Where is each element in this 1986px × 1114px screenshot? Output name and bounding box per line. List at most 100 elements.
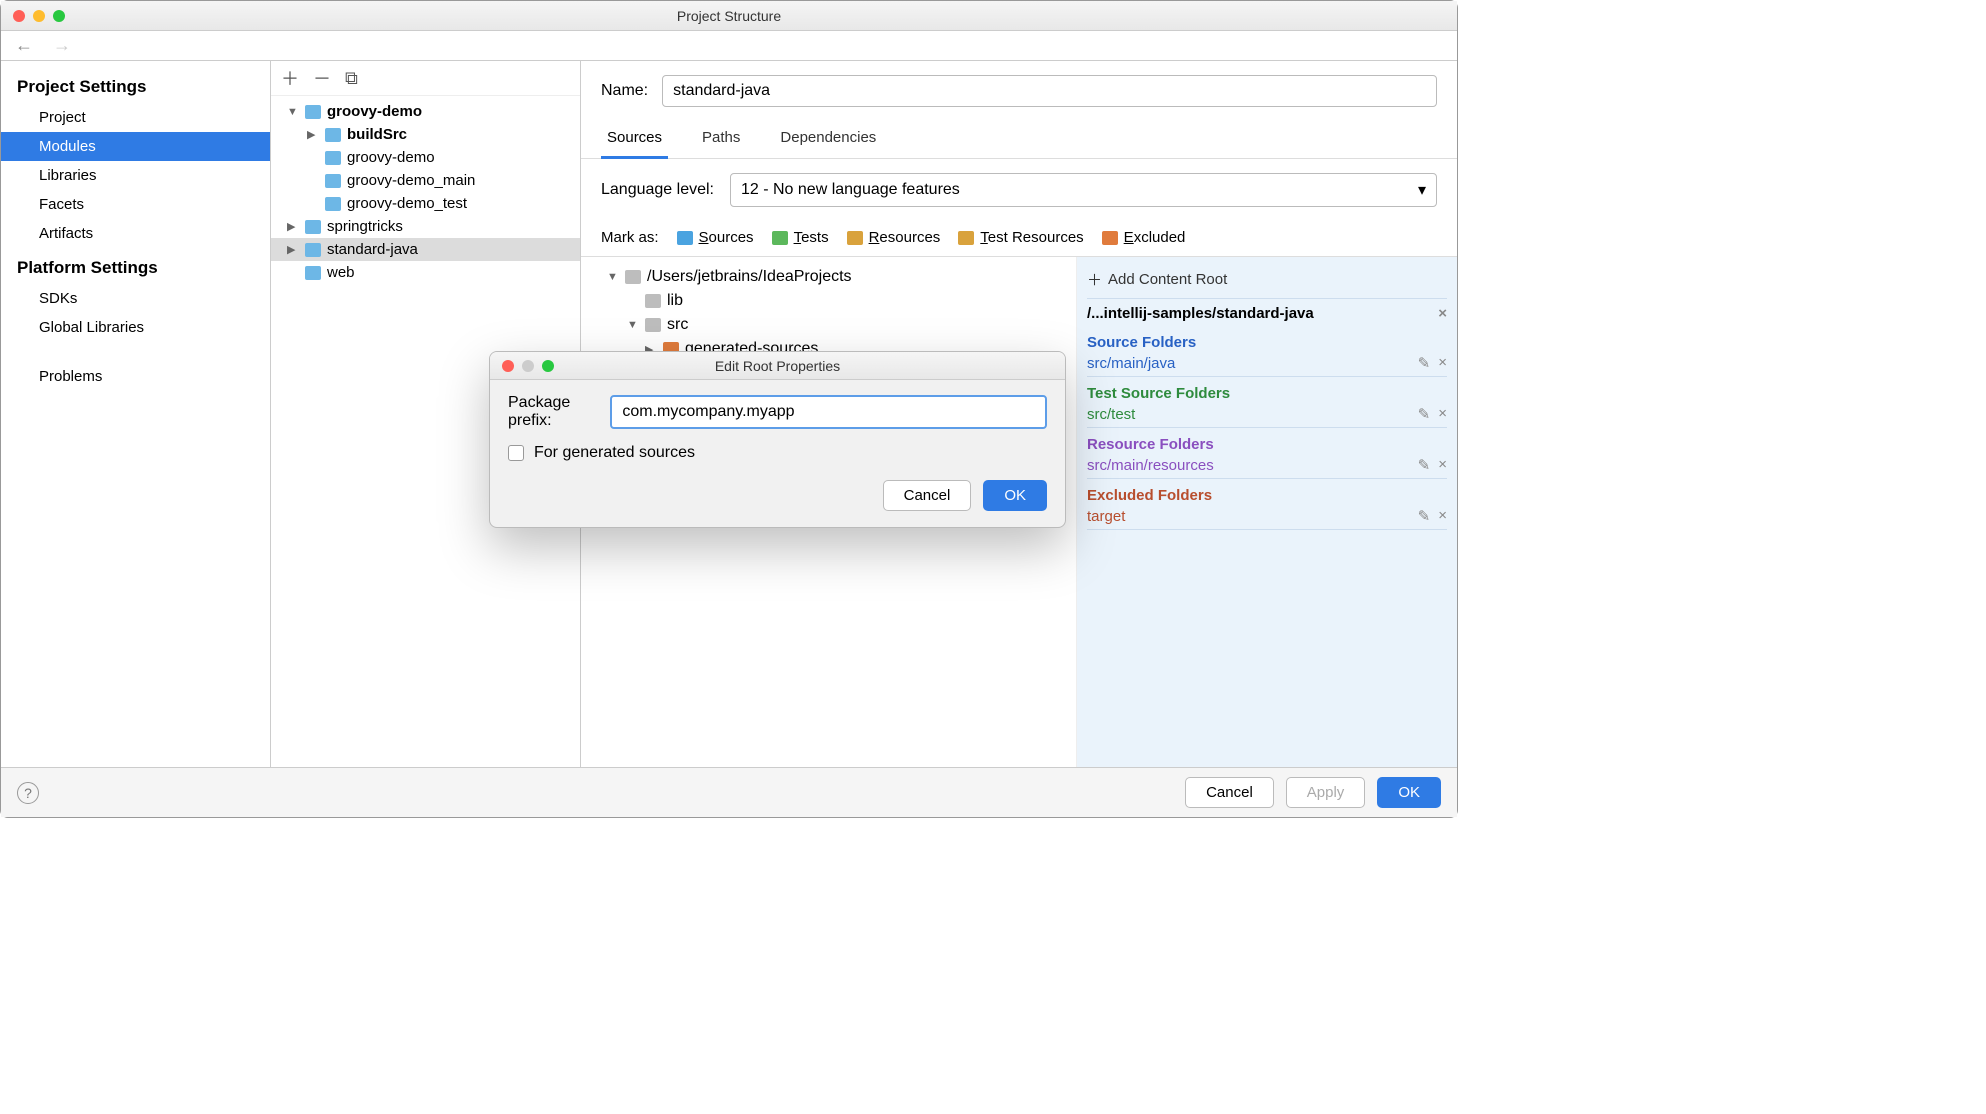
chevron-down-icon: ▾ bbox=[1418, 180, 1426, 200]
root-item-src-main-resources[interactable]: src/main/resources✎× bbox=[1087, 453, 1447, 479]
sidebar-item-modules[interactable]: Modules bbox=[1, 132, 270, 161]
module-standard-java[interactable]: ▶standard-java bbox=[271, 238, 580, 261]
tab-paths[interactable]: Paths bbox=[696, 121, 746, 158]
mark-as-label: Mark as: bbox=[601, 229, 659, 246]
root-item-src-main-java[interactable]: src/main/java✎× bbox=[1087, 351, 1447, 377]
module-label: web bbox=[327, 264, 355, 281]
mark-as-sources[interactable]: Sources bbox=[677, 229, 754, 246]
root-item-target[interactable]: target✎× bbox=[1087, 504, 1447, 530]
module-name-input[interactable] bbox=[662, 75, 1437, 107]
ok-button[interactable]: OK bbox=[1377, 777, 1441, 808]
caret-down-icon[interactable]: ▼ bbox=[607, 271, 619, 283]
minimize-window-icon[interactable] bbox=[33, 10, 45, 22]
close-window-icon[interactable] bbox=[13, 10, 25, 22]
root-section-excl: Excluded Folders bbox=[1087, 479, 1447, 504]
caret-icon[interactable]: ▼ bbox=[627, 319, 639, 331]
folder-icon bbox=[625, 270, 641, 284]
generated-sources-checkbox[interactable] bbox=[508, 445, 524, 461]
remove-root-icon[interactable]: × bbox=[1438, 507, 1447, 525]
tab-sources[interactable]: Sources bbox=[601, 121, 668, 159]
mark-as-folder-icon bbox=[677, 231, 693, 245]
module-label: groovy-demo bbox=[347, 149, 435, 166]
package-prefix-input[interactable] bbox=[610, 395, 1047, 429]
sidebar-item-project[interactable]: Project bbox=[1, 103, 270, 132]
language-level-value: 12 - No new language features bbox=[741, 181, 960, 199]
remove-root-icon[interactable]: × bbox=[1438, 305, 1447, 322]
module-folder-icon bbox=[325, 128, 341, 142]
window-title: Project Structure bbox=[1, 8, 1457, 24]
remove-root-icon[interactable]: × bbox=[1438, 354, 1447, 372]
edit-root-properties-dialog: Edit Root Properties Package prefix: For… bbox=[489, 351, 1066, 528]
module-folder-icon bbox=[305, 220, 321, 234]
sidebar-section-project-settings: Project Settings bbox=[1, 67, 270, 103]
caret-icon[interactable]: ▶ bbox=[307, 128, 319, 141]
remove-root-icon[interactable]: × bbox=[1438, 456, 1447, 474]
help-icon[interactable]: ? bbox=[17, 782, 39, 804]
modal-close-icon[interactable] bbox=[502, 360, 514, 372]
remove-module-icon[interactable]: － bbox=[313, 65, 331, 91]
plus-icon: ＋ bbox=[1087, 269, 1102, 290]
fwd-arrow-icon[interactable]: → bbox=[49, 35, 75, 56]
mark-as-tests[interactable]: Tests bbox=[772, 229, 829, 246]
modal-cancel-button[interactable]: Cancel bbox=[883, 480, 972, 511]
src-root-path[interactable]: /Users/jetbrains/IdeaProjects bbox=[647, 268, 852, 286]
add-content-root-button[interactable]: ＋Add Content Root bbox=[1087, 265, 1447, 294]
sidebar-item-facets[interactable]: Facets bbox=[1, 190, 270, 219]
mark-as-folder-icon bbox=[847, 231, 863, 245]
module-folder-icon bbox=[325, 197, 341, 211]
edit-root-icon[interactable]: ✎ bbox=[1418, 456, 1431, 474]
add-module-icon[interactable]: ＋ bbox=[281, 65, 299, 91]
module-groovy-demo-test[interactable]: groovy-demo_test bbox=[271, 192, 580, 215]
modal-zoom-icon[interactable] bbox=[542, 360, 554, 372]
sidebar-item-problems[interactable]: Problems bbox=[1, 362, 270, 391]
module-buildsrc[interactable]: ▶buildSrc bbox=[271, 123, 580, 146]
mark-as-folder-icon bbox=[958, 231, 974, 245]
back-arrow-icon[interactable]: ← bbox=[11, 35, 37, 56]
mark-as-excluded[interactable]: Excluded bbox=[1102, 229, 1186, 246]
remove-root-icon[interactable]: × bbox=[1438, 405, 1447, 423]
root-item-src-test[interactable]: src/test✎× bbox=[1087, 402, 1447, 428]
module-label: groovy-demo_main bbox=[347, 172, 475, 189]
modal-ok-button[interactable]: OK bbox=[983, 480, 1047, 511]
src-node-src[interactable]: ▼ src bbox=[591, 313, 1066, 337]
mark-as-test-resources[interactable]: Test Resources bbox=[958, 229, 1083, 246]
modal-minimize-icon bbox=[522, 360, 534, 372]
edit-root-icon[interactable]: ✎ bbox=[1418, 405, 1431, 423]
mark-as-resources[interactable]: Resources bbox=[847, 229, 941, 246]
cancel-button[interactable]: Cancel bbox=[1185, 777, 1274, 808]
copy-module-icon[interactable]: ⧉ bbox=[345, 68, 358, 89]
edit-root-icon[interactable]: ✎ bbox=[1418, 507, 1431, 525]
edit-root-icon[interactable]: ✎ bbox=[1418, 354, 1431, 372]
window-titlebar: Project Structure bbox=[1, 1, 1457, 31]
src-node-label: src bbox=[667, 316, 688, 334]
src-node-lib[interactable]: lib bbox=[591, 289, 1066, 313]
module-folder-icon bbox=[305, 266, 321, 280]
root-section-res: Resource Folders bbox=[1087, 428, 1447, 453]
tab-dependencies[interactable]: Dependencies bbox=[774, 121, 882, 158]
module-web[interactable]: web bbox=[271, 261, 580, 284]
module-folder-icon bbox=[325, 151, 341, 165]
sidebar-item-sdks[interactable]: SDKs bbox=[1, 284, 270, 313]
caret-icon[interactable]: ▶ bbox=[287, 243, 299, 256]
module-groovy-demo[interactable]: ▼groovy-demo bbox=[271, 100, 580, 123]
sidebar-item-libraries[interactable]: Libraries bbox=[1, 161, 270, 190]
module-groovy-demo[interactable]: groovy-demo bbox=[271, 146, 580, 169]
zoom-window-icon[interactable] bbox=[53, 10, 65, 22]
module-groovy-demo-main[interactable]: groovy-demo_main bbox=[271, 169, 580, 192]
apply-button[interactable]: Apply bbox=[1286, 777, 1366, 808]
mark-as-folder-icon bbox=[1102, 231, 1118, 245]
content-roots-panel: ＋Add Content Root /...intellij-samples/s… bbox=[1077, 257, 1457, 767]
language-level-select[interactable]: 12 - No new language features ▾ bbox=[730, 173, 1437, 207]
dialog-button-bar: ? Cancel Apply OK bbox=[1, 767, 1457, 817]
sidebar: Project Settings ProjectModulesLibraries… bbox=[1, 61, 271, 767]
mark-as-folder-icon bbox=[772, 231, 788, 245]
content-root-path[interactable]: /...intellij-samples/standard-java bbox=[1087, 305, 1314, 322]
sidebar-item-global-libraries[interactable]: Global Libraries bbox=[1, 313, 270, 342]
sidebar-item-artifacts[interactable]: Artifacts bbox=[1, 219, 270, 248]
modal-title: Edit Root Properties bbox=[490, 358, 1065, 374]
folder-icon bbox=[645, 294, 661, 308]
module-springtricks[interactable]: ▶springtricks bbox=[271, 215, 580, 238]
caret-icon[interactable]: ▶ bbox=[287, 220, 299, 233]
sidebar-section-platform-settings: Platform Settings bbox=[1, 248, 270, 284]
caret-icon[interactable]: ▼ bbox=[287, 106, 299, 118]
